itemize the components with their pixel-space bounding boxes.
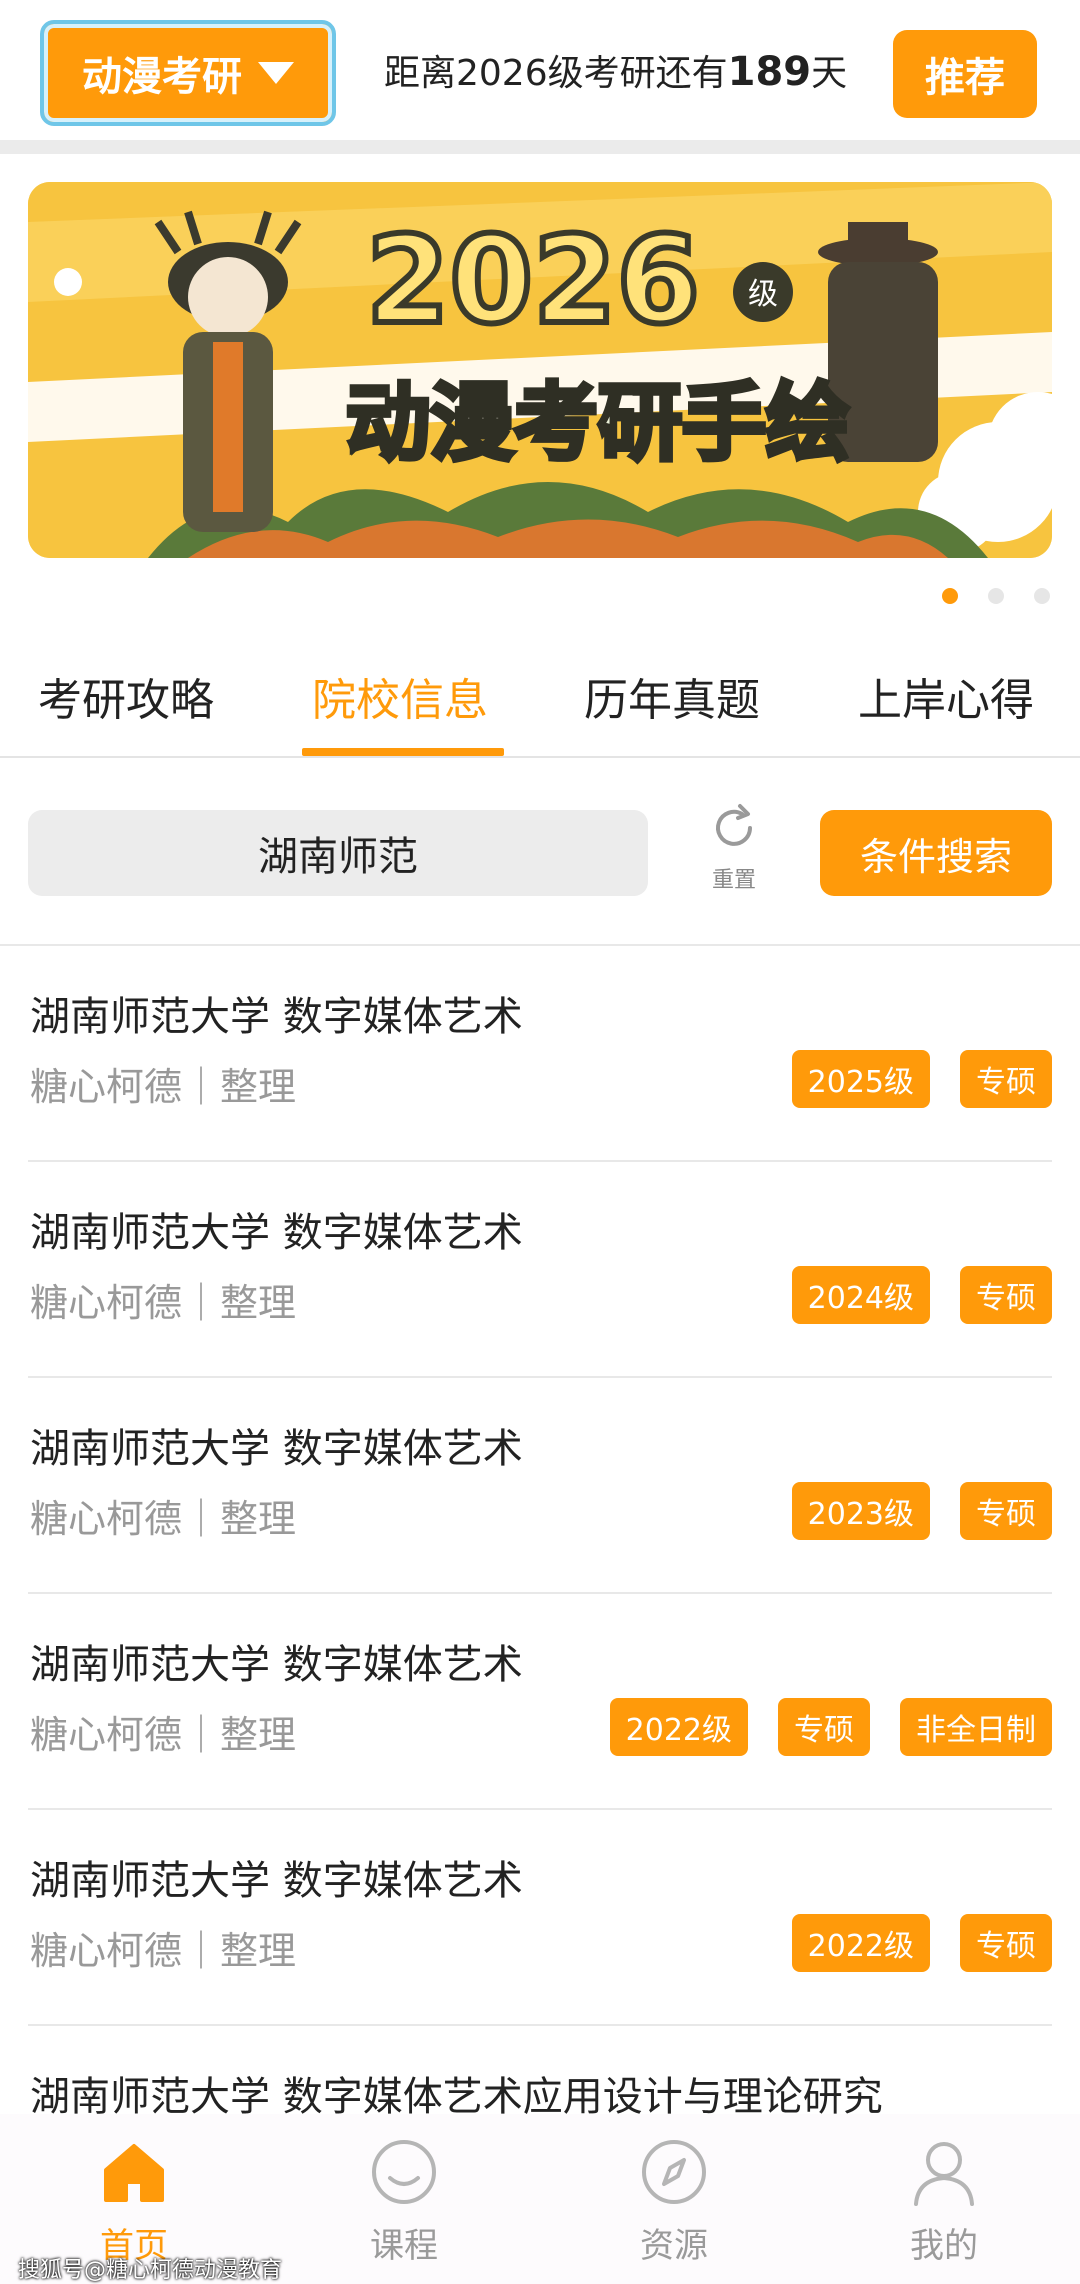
banner-dot-active[interactable] xyxy=(942,588,958,604)
item-title: 湖南师范大学 数字媒体艺术 xyxy=(30,1642,523,1688)
item-title: 湖南师范大学 数字媒体艺术 xyxy=(30,1210,523,1256)
list-item[interactable]: 湖南师范大学 数字媒体艺术 糖心柯德｜整理 2022级 专硕 非全日制 xyxy=(28,1594,1052,1810)
year-tag: 2022级 xyxy=(791,1914,930,1972)
tab-success-stories[interactable]: 上岸心得 xyxy=(858,664,1034,728)
tabs-divider xyxy=(0,756,1080,758)
category-dropdown-button[interactable]: 动漫考研 xyxy=(40,20,336,126)
refresh-icon xyxy=(716,804,752,846)
nav-home[interactable]: 首页 xyxy=(64,2136,204,2267)
chevron-down-icon xyxy=(258,62,294,84)
exam-countdown: 距离2026级考研还有189天 xyxy=(384,44,847,96)
list-item[interactable]: 湖南师范大学 数字媒体艺术 糖心柯德｜整理 2025级 专硕 xyxy=(28,946,1052,1162)
degree-tag: 专硕 xyxy=(960,1266,1052,1324)
item-tags: 2025级 专硕 xyxy=(791,1050,1052,1108)
smile-icon xyxy=(372,2140,436,2204)
compass-icon xyxy=(642,2140,706,2204)
countdown-prefix: 距离2026级考研还有 xyxy=(384,53,728,94)
user-icon xyxy=(914,2142,974,2206)
item-meta: 糖心柯德｜整理 xyxy=(30,1281,297,1325)
degree-tag: 专硕 xyxy=(960,1914,1052,1972)
degree-tag: 专硕 xyxy=(960,1482,1052,1540)
reset-button[interactable]: 重置 xyxy=(700,800,768,904)
top-header: 动漫考研 距离2026级考研还有189天 推荐 xyxy=(0,0,1080,140)
list-item[interactable]: 湖南师范大学 数字媒体艺术 糖心柯德｜整理 2024级 专硕 xyxy=(28,1162,1052,1378)
year-tag: 2025级 xyxy=(791,1050,930,1108)
banner-dot[interactable] xyxy=(988,588,1004,604)
reset-label: 重置 xyxy=(711,868,756,893)
category-tabs: 考研攻略 院校信息 历年真题 上岸心得 xyxy=(0,650,1080,760)
item-tags: 2024级 专硕 xyxy=(791,1266,1052,1324)
item-title: 湖南师范大学 数字媒体艺术 xyxy=(30,1426,523,1472)
year-tag: 2023级 xyxy=(791,1482,930,1540)
item-tags: 2022级 专硕 xyxy=(791,1914,1052,1972)
watermark: 搜狐号@糖心柯德动漫教育 xyxy=(18,2258,283,2283)
item-tags: 2022级 专硕 非全日制 xyxy=(609,1698,1052,1756)
active-tab-indicator xyxy=(302,748,504,756)
year-tag: 2024级 xyxy=(791,1266,930,1324)
banner-pagination xyxy=(0,588,1080,606)
banner-title: 动漫考研手绘 xyxy=(346,374,850,472)
search-input[interactable]: 湖南师范 xyxy=(28,810,648,896)
promo-banner[interactable]: 2026 级 动漫考研手绘 xyxy=(28,182,1052,558)
nav-profile-label: 我的 xyxy=(910,2226,978,2266)
nav-courses-label: 课程 xyxy=(370,2226,438,2266)
degree-tag: 专硕 xyxy=(960,1050,1052,1108)
tab-school-info[interactable]: 院校信息 xyxy=(312,664,488,728)
list-item[interactable]: 湖南师范大学 数字媒体艺术 糖心柯德｜整理 2022级 专硕 xyxy=(28,1810,1052,2026)
item-tags: 2023级 专硕 xyxy=(791,1482,1052,1540)
degree-tag: 专硕 xyxy=(778,1698,870,1756)
item-title: 湖南师范大学 数字媒体艺术 xyxy=(30,994,523,1040)
nav-profile[interactable]: 我的 xyxy=(874,2136,1014,2267)
item-meta: 糖心柯德｜整理 xyxy=(30,1713,297,1757)
banner-dot[interactable] xyxy=(1034,588,1050,604)
condition-search-button[interactable]: 条件搜索 xyxy=(820,810,1052,896)
countdown-suffix: 天 xyxy=(811,53,848,94)
recommend-button[interactable]: 推荐 xyxy=(893,30,1037,118)
item-meta: 糖心柯德｜整理 xyxy=(30,1065,297,1109)
banner-year-text: 2026 xyxy=(366,212,700,351)
home-icon xyxy=(104,2144,164,2202)
year-tag: 2022级 xyxy=(609,1698,748,1756)
item-meta: 糖心柯德｜整理 xyxy=(30,1929,297,1973)
study-mode-tag: 非全日制 xyxy=(900,1698,1052,1756)
header-divider xyxy=(0,140,1080,154)
countdown-days: 189 xyxy=(727,49,812,95)
item-meta: 糖心柯德｜整理 xyxy=(30,1497,297,1541)
tab-past-papers[interactable]: 历年真题 xyxy=(584,664,760,728)
banner-grade-badge: 级 xyxy=(748,277,778,312)
nav-resources-label: 资源 xyxy=(640,2226,708,2266)
nav-courses[interactable]: 课程 xyxy=(334,2136,474,2267)
category-label: 动漫考研 xyxy=(82,54,242,100)
tab-exam-strategy[interactable]: 考研攻略 xyxy=(38,664,214,728)
list-item[interactable]: 湖南师范大学 数字媒体艺术 糖心柯德｜整理 2023级 专硕 xyxy=(28,1378,1052,1594)
item-title: 湖南师范大学 数字媒体艺术 xyxy=(30,1858,523,1904)
banner-illustration: 2026 级 动漫考研手绘 xyxy=(28,182,1052,558)
nav-resources[interactable]: 资源 xyxy=(604,2136,744,2267)
